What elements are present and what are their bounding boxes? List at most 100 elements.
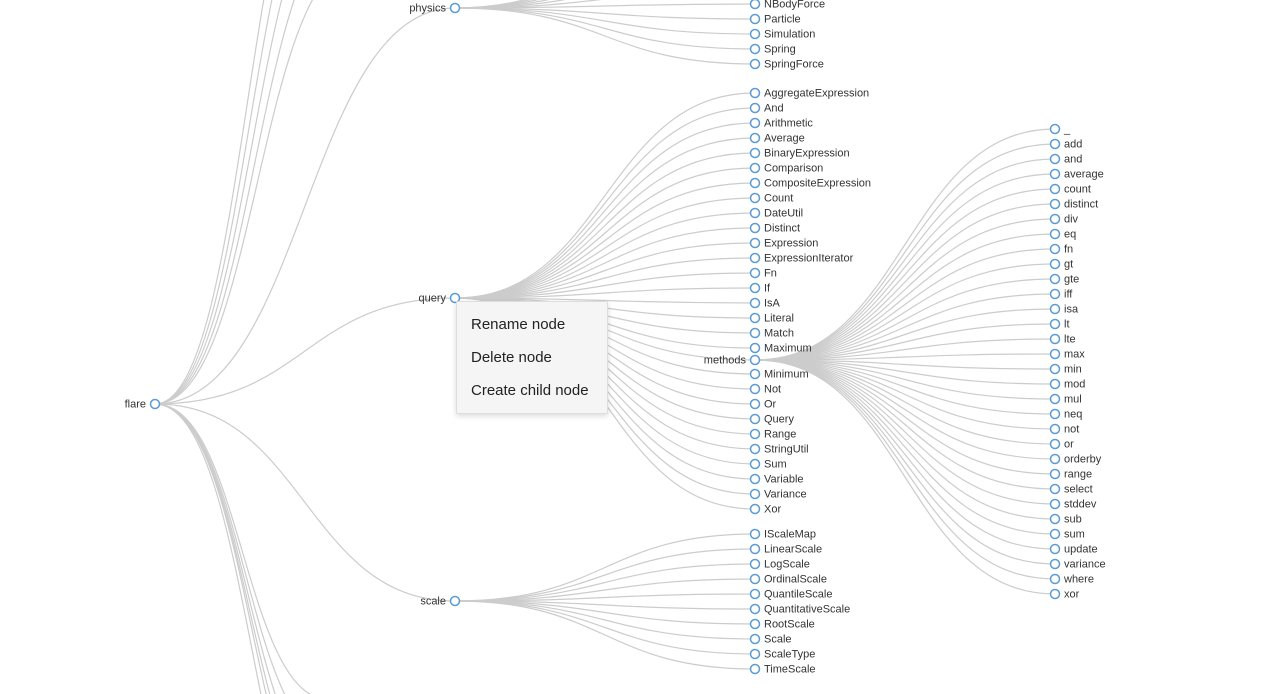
tree-node[interactable]: DateUtil bbox=[751, 208, 804, 220]
tree-node[interactable]: Simulation bbox=[751, 29, 816, 41]
tree-node[interactable]: Particle bbox=[751, 14, 801, 26]
tree-node[interactable]: LogScale bbox=[751, 559, 810, 571]
tree-node[interactable]: Scale bbox=[751, 634, 792, 646]
tree-node[interactable]: isa bbox=[1051, 304, 1079, 316]
tree-node-dot[interactable] bbox=[751, 635, 760, 644]
tree-node[interactable]: flare bbox=[125, 399, 160, 411]
tree-node[interactable]: Variance bbox=[751, 489, 807, 501]
tree-node[interactable]: query bbox=[418, 293, 459, 305]
tree-node-dot[interactable] bbox=[1051, 545, 1060, 554]
tree-node[interactable]: neq bbox=[1051, 409, 1083, 421]
tree-node-dot[interactable] bbox=[751, 356, 760, 365]
tree-node[interactable]: NBodyForce bbox=[751, 0, 826, 11]
tree-node-dot[interactable] bbox=[1051, 260, 1060, 269]
tree-node-dot[interactable] bbox=[1051, 530, 1060, 539]
tree-node[interactable]: methods bbox=[704, 355, 760, 367]
tree-node[interactable]: select bbox=[1051, 484, 1093, 496]
tree-node[interactable]: Minimum bbox=[751, 369, 809, 381]
tree-node[interactable]: ScaleType bbox=[751, 649, 816, 661]
tree-node-dot[interactable] bbox=[1051, 590, 1060, 599]
context-menu-create-child[interactable]: Create child node bbox=[457, 374, 607, 407]
tree-node-dot[interactable] bbox=[1051, 575, 1060, 584]
tree-node[interactable]: eq bbox=[1051, 229, 1077, 241]
tree-node[interactable]: ExpressionIterator bbox=[751, 253, 854, 265]
tree-node-dot[interactable] bbox=[151, 400, 160, 409]
tree-node-dot[interactable] bbox=[1051, 485, 1060, 494]
tree-node-dot[interactable] bbox=[451, 4, 460, 13]
tree-node-dot[interactable] bbox=[1051, 275, 1060, 284]
tree-node[interactable]: Maximum bbox=[751, 343, 812, 355]
tree-node[interactable]: And bbox=[751, 103, 784, 115]
tree-node-dot[interactable] bbox=[1051, 170, 1060, 179]
tree-node[interactable]: OrdinalScale bbox=[751, 574, 827, 586]
tree-node-dot[interactable] bbox=[751, 164, 760, 173]
tree-node-dot[interactable] bbox=[1051, 410, 1060, 419]
tree-node-dot[interactable] bbox=[751, 605, 760, 614]
tree-node-dot[interactable] bbox=[751, 299, 760, 308]
tree-node-dot[interactable] bbox=[1051, 230, 1060, 239]
tree-node-dot[interactable] bbox=[751, 269, 760, 278]
tree-node-dot[interactable] bbox=[1051, 140, 1060, 149]
context-menu-delete[interactable]: Delete node bbox=[457, 341, 607, 374]
tree-node-dot[interactable] bbox=[751, 329, 760, 338]
tree-node-dot[interactable] bbox=[1051, 425, 1060, 434]
tree-node-dot[interactable] bbox=[751, 0, 760, 9]
tree-node[interactable]: Distinct bbox=[751, 223, 801, 235]
tree-node[interactable]: Expression bbox=[751, 238, 819, 250]
tree-node-dot[interactable] bbox=[451, 597, 460, 606]
tree-node[interactable]: orderby bbox=[1051, 454, 1102, 466]
tree-node-dot[interactable] bbox=[751, 30, 760, 39]
tree-node-dot[interactable] bbox=[751, 224, 760, 233]
tree-node-dot[interactable] bbox=[1051, 290, 1060, 299]
tree-node-dot[interactable] bbox=[1051, 455, 1060, 464]
tree-node-dot[interactable] bbox=[751, 475, 760, 484]
tree-node[interactable]: gt bbox=[1051, 259, 1074, 271]
tree-node[interactable]: Query bbox=[751, 414, 795, 426]
tree-node-dot[interactable] bbox=[751, 490, 760, 499]
tree-node[interactable]: distinct bbox=[1051, 199, 1099, 211]
tree-node[interactable]: physics bbox=[409, 3, 459, 15]
tree-node[interactable]: Average bbox=[751, 133, 805, 145]
tree-node[interactable]: gte bbox=[1051, 274, 1080, 286]
tree-node-dot[interactable] bbox=[1051, 305, 1060, 314]
tree-node-dot[interactable] bbox=[751, 505, 760, 514]
tree-node[interactable]: iff bbox=[1051, 289, 1074, 301]
tree-node-dot[interactable] bbox=[751, 650, 760, 659]
tree-node-dot[interactable] bbox=[1051, 200, 1060, 209]
tree-node-dot[interactable] bbox=[751, 400, 760, 409]
tree-node-dot[interactable] bbox=[751, 385, 760, 394]
tree-node-dot[interactable] bbox=[751, 254, 760, 263]
tree-node[interactable]: mul bbox=[1051, 394, 1082, 406]
tree-node[interactable]: count bbox=[1051, 184, 1091, 196]
tree-node-dot[interactable] bbox=[1051, 380, 1060, 389]
tree-node[interactable]: and bbox=[1051, 154, 1083, 166]
tree-node-dot[interactable] bbox=[1051, 125, 1060, 134]
tree-node[interactable]: scale bbox=[420, 596, 459, 608]
tree-node-dot[interactable] bbox=[751, 179, 760, 188]
tree-node[interactable]: QuantitativeScale bbox=[751, 604, 851, 616]
tree-node-dot[interactable] bbox=[751, 545, 760, 554]
tree-node[interactable]: add bbox=[1051, 139, 1083, 151]
tree-node[interactable]: RootScale bbox=[751, 619, 815, 631]
tree-node-dot[interactable] bbox=[751, 590, 760, 599]
tree-node-dot[interactable] bbox=[751, 119, 760, 128]
tree-node[interactable]: Spring bbox=[751, 44, 796, 56]
tree-node-dot[interactable] bbox=[751, 620, 760, 629]
tree-node[interactable]: Sum bbox=[751, 459, 787, 471]
tree-node[interactable]: Xor bbox=[751, 504, 782, 516]
tree-node-dot[interactable] bbox=[751, 344, 760, 353]
tree-node[interactable]: min bbox=[1051, 364, 1082, 376]
tree-node-dot[interactable] bbox=[751, 104, 760, 113]
tree-node[interactable]: stddev bbox=[1051, 499, 1097, 511]
tree-node-dot[interactable] bbox=[751, 430, 760, 439]
tree-node[interactable]: xor bbox=[1051, 589, 1080, 601]
tree-node[interactable]: BinaryExpression bbox=[751, 148, 850, 160]
tree-node-dot[interactable] bbox=[1051, 320, 1060, 329]
tree-node[interactable]: where bbox=[1051, 574, 1094, 586]
tree-node[interactable]: Match bbox=[751, 328, 794, 340]
tree-node-dot[interactable] bbox=[751, 149, 760, 158]
tree-node-dot[interactable] bbox=[751, 194, 760, 203]
tree-node-dot[interactable] bbox=[751, 314, 760, 323]
tree-node-dot[interactable] bbox=[1051, 365, 1060, 374]
tree-node[interactable]: Variable bbox=[751, 474, 804, 486]
